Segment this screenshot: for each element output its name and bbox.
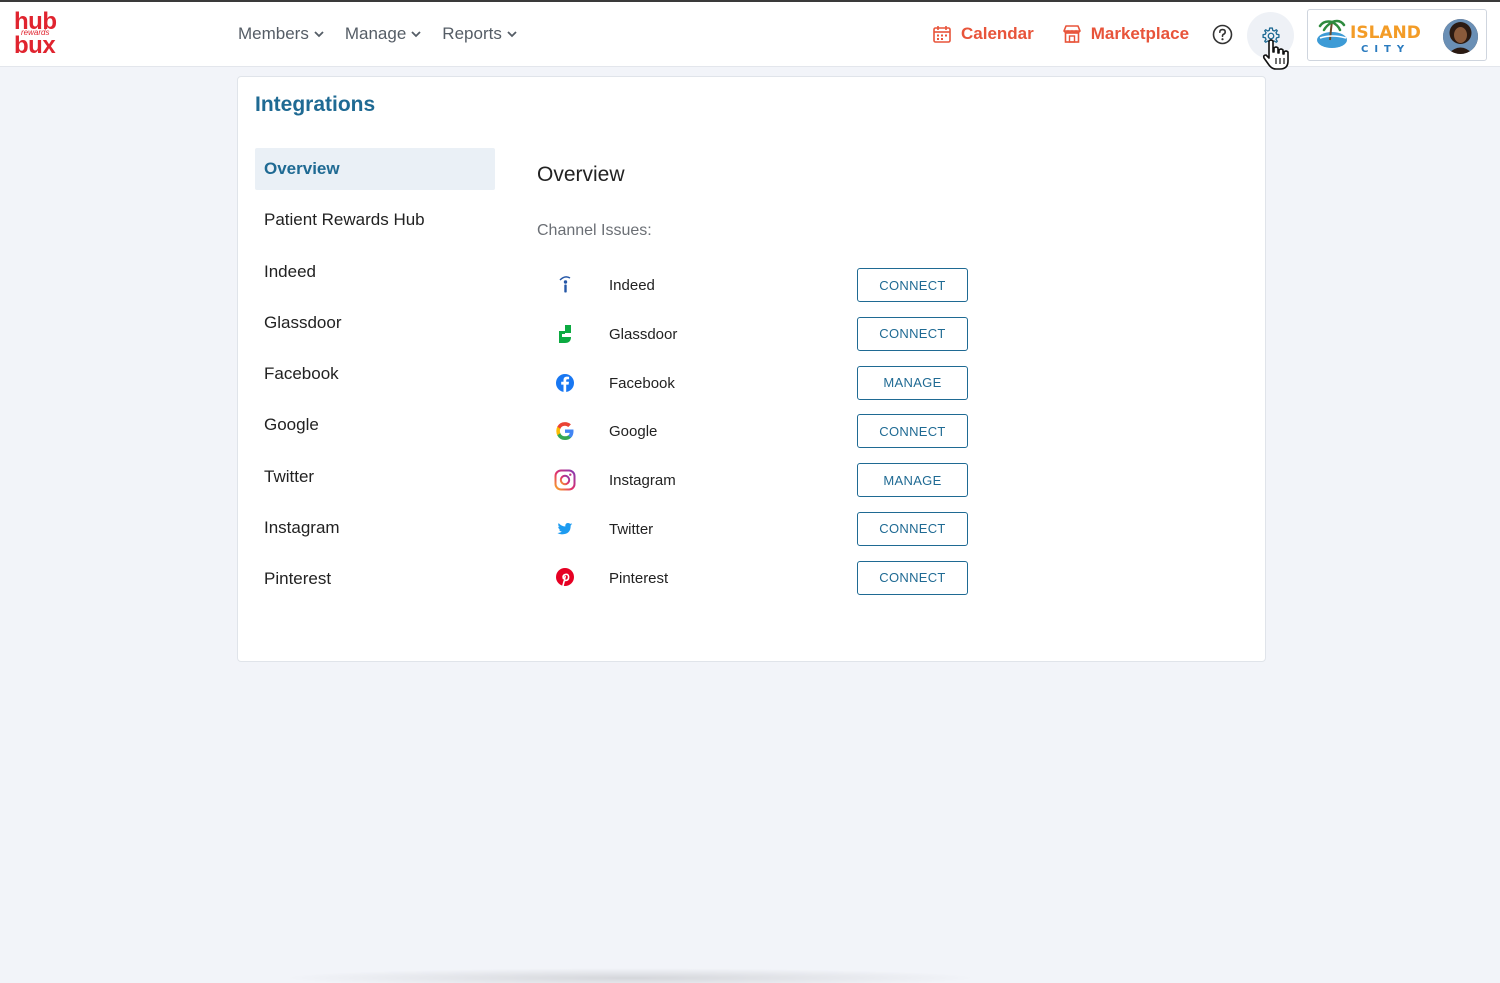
channel-name: Glassdoor bbox=[609, 325, 678, 343]
indeed-icon bbox=[554, 274, 576, 296]
chevron-down-icon bbox=[507, 31, 517, 38]
hand-pointer-cursor-icon bbox=[1262, 39, 1289, 70]
main-nav: Members Manage Reports bbox=[238, 22, 518, 46]
nav-reports[interactable]: Reports bbox=[442, 22, 518, 46]
sidebar-item-pinterest[interactable]: Pinterest bbox=[255, 558, 495, 600]
channel-name: Google bbox=[609, 423, 658, 441]
calendar-label: Calendar bbox=[961, 24, 1034, 43]
bottom-shadow-divider bbox=[280, 968, 980, 983]
facebook-icon bbox=[554, 372, 576, 394]
channel-row-facebook: Facebook MANAGE bbox=[537, 365, 977, 415]
brand-text-city: CITY bbox=[1361, 44, 1410, 55]
channel-row-indeed: Indeed CONNECT bbox=[537, 268, 977, 317]
nav-members-label: Members bbox=[238, 24, 309, 43]
connect-twitter-button[interactable]: CONNECT bbox=[857, 511, 968, 546]
brand-text-island: ISLAND bbox=[1350, 23, 1420, 43]
connect-glassdoor-button[interactable]: CONNECT bbox=[857, 316, 968, 351]
channel-row-pinterest: Pinterest CONNECT bbox=[537, 560, 977, 610]
account-menu[interactable]: ISLAND CITY bbox=[1307, 9, 1487, 61]
google-icon bbox=[554, 420, 576, 442]
section-title: Overview bbox=[537, 163, 625, 186]
channel-name: Facebook bbox=[609, 374, 675, 392]
channel-row-glassdoor: Glassdoor CONNECT bbox=[537, 316, 977, 366]
manage-instagram-button[interactable]: MANAGE bbox=[857, 463, 968, 498]
sidebar-item-instagram[interactable]: Instagram bbox=[255, 507, 495, 549]
channel-list: Indeed CONNECT Glassdoor CONNECT Faceboo… bbox=[537, 268, 977, 610]
channel-name: Indeed bbox=[609, 277, 655, 294]
instagram-icon bbox=[554, 469, 576, 491]
sidebar-item-twitter[interactable]: Twitter bbox=[255, 456, 495, 498]
channel-name: Pinterest bbox=[609, 569, 669, 587]
manage-facebook-button[interactable]: MANAGE bbox=[857, 365, 968, 400]
help-icon[interactable] bbox=[1212, 24, 1233, 45]
nav-manage[interactable]: Manage bbox=[345, 22, 422, 46]
sidebar-item-overview[interactable]: Overview bbox=[255, 148, 495, 190]
calendar-icon bbox=[933, 26, 951, 43]
twitter-icon bbox=[554, 518, 576, 540]
integrations-sidebar: Overview Patient Rewards Hub Indeed Glas… bbox=[255, 148, 495, 610]
marketplace-label: Marketplace bbox=[1090, 24, 1190, 43]
section-subtitle: Channel Issues: bbox=[537, 222, 652, 239]
quick-links: Calendar Marketplace bbox=[932, 22, 1189, 46]
channel-name: Twitter bbox=[609, 520, 654, 538]
integrations-card: Integrations Overview Patient Rewards Hu… bbox=[237, 76, 1266, 662]
sidebar-item-patient-rewards-hub[interactable]: Patient Rewards Hub bbox=[255, 199, 495, 241]
storefront-icon bbox=[1062, 25, 1081, 43]
page-title: Integrations bbox=[255, 93, 376, 116]
marketplace-link[interactable]: Marketplace bbox=[1062, 22, 1189, 46]
connect-google-button[interactable]: CONNECT bbox=[857, 414, 968, 449]
island-city-logo: ISLAND CITY bbox=[1317, 19, 1420, 55]
nav-manage-label: Manage bbox=[344, 24, 407, 43]
channel-row-twitter: Twitter CONNECT bbox=[537, 511, 977, 561]
sidebar-item-google[interactable]: Google bbox=[255, 404, 495, 446]
glassdoor-icon bbox=[554, 323, 576, 345]
nav-reports-label: Reports bbox=[442, 24, 502, 43]
channel-name: Instagram bbox=[609, 472, 676, 490]
sidebar-item-glassdoor[interactable]: Glassdoor bbox=[255, 302, 495, 344]
logo-text-bux: bux bbox=[14, 32, 56, 59]
nav-members[interactable]: Members bbox=[238, 22, 325, 46]
hubbux-logo[interactable]: hub rewards bux bbox=[14, 10, 62, 59]
avatar bbox=[1443, 19, 1478, 54]
chevron-down-icon bbox=[314, 31, 324, 38]
channel-row-instagram: Instagram MANAGE bbox=[537, 463, 977, 512]
chevron-down-icon bbox=[411, 31, 421, 38]
sidebar-item-facebook[interactable]: Facebook bbox=[255, 353, 495, 395]
connect-pinterest-button[interactable]: CONNECT bbox=[857, 560, 968, 595]
sidebar-item-indeed[interactable]: Indeed bbox=[255, 251, 495, 293]
channel-row-google: Google CONNECT bbox=[537, 414, 977, 463]
connect-indeed-button[interactable]: CONNECT bbox=[857, 268, 968, 302]
pinterest-icon bbox=[554, 567, 576, 589]
calendar-link[interactable]: Calendar bbox=[932, 22, 1034, 46]
